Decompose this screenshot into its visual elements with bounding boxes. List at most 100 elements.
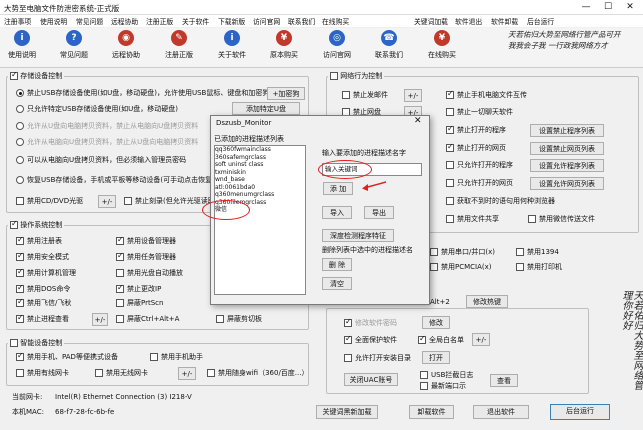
menu-item[interactable]: 注册正版	[146, 16, 173, 26]
storage-option[interactable]: 恢复USB存储设备，手机或平板等移动设备(可手动点击恢复按钮)	[16, 175, 229, 185]
dialog-close-button[interactable]: ✕	[414, 116, 422, 126]
checkbox[interactable]	[446, 89, 454, 99]
os-option[interactable]: 屏蔽Ctrl+Alt+A	[116, 314, 179, 324]
os-option[interactable]: 禁止更改IP	[116, 283, 161, 294]
menu-item[interactable]: 访问官网	[253, 16, 280, 26]
close-uac-button[interactable]: 关闭UAC账号	[344, 373, 398, 386]
delete-button[interactable]: 删 除	[322, 258, 352, 271]
network-list-button[interactable]: 设置禁止程序列表	[530, 124, 604, 137]
network-option[interactable]: 禁用文件共享	[446, 214, 499, 224]
modify-hotkey-button[interactable]: 修改热键	[466, 295, 508, 308]
allow-open-dir-option[interactable]: 允许打开安装目录	[344, 353, 411, 363]
radio[interactable]	[16, 138, 24, 146]
cdrom-option[interactable]: 禁用CD/DVD光驱	[16, 196, 83, 206]
os-option[interactable]: 禁用光盘自动播放	[116, 268, 183, 278]
whitelist-option[interactable]: 全局白名单	[418, 334, 464, 345]
checkbox[interactable]	[16, 313, 24, 323]
os-option[interactable]: 禁用DOS命令	[16, 283, 70, 294]
network-option[interactable]: 禁止打开的程序	[446, 124, 506, 135]
network-option[interactable]: 只允许打开的程序	[446, 160, 513, 170]
checkbox[interactable]	[16, 235, 24, 245]
process-list-item[interactable]: wnd_base	[215, 176, 305, 184]
radio[interactable]	[16, 89, 24, 97]
whitelist-plus-button[interactable]: +/-	[472, 333, 490, 346]
process-list-item[interactable]: qq360fwmainclass	[215, 146, 305, 154]
checkbox[interactable]	[116, 283, 124, 293]
smart-plus-button[interactable]: +/-	[178, 367, 196, 380]
network-plus-button[interactable]: +/-	[404, 89, 422, 102]
checkbox[interactable]	[116, 251, 124, 261]
network-option[interactable]: 只允许打开的网页	[446, 178, 513, 188]
network-list-button[interactable]: 设置禁止网页列表	[530, 142, 604, 155]
full-protect-option[interactable]: 全面保护软件	[344, 334, 397, 345]
os-option[interactable]: 屏蔽剪切板	[216, 314, 262, 324]
network-option[interactable]: 禁止发邮件	[342, 90, 388, 100]
network-option[interactable]: 获取不到时的语句用何种浏览器	[446, 196, 555, 206]
clear-button[interactable]: 清空	[322, 277, 352, 290]
network-option[interactable]: 禁止手机电脑文件互传	[446, 89, 527, 100]
storage-option[interactable]: 禁止USB存储设备使用(如U盘，移动硬盘)，允许使用USB鼠标、键盘和加密狗	[16, 88, 269, 98]
modify-password-button[interactable]: 修改	[422, 316, 450, 329]
menu-item[interactable]: 下载新版	[218, 16, 245, 26]
toolbar-button[interactable]: ¥ 在线购买	[410, 30, 474, 60]
checkbox[interactable]	[446, 197, 454, 205]
encrypt-dongle-button[interactable]: +加密狗	[267, 87, 305, 100]
checkbox[interactable]	[446, 215, 454, 223]
process-list-item[interactable]: q360menumgrclass	[215, 191, 305, 199]
checkbox[interactable]	[16, 297, 24, 307]
checkbox[interactable]	[16, 251, 24, 261]
uninstall-button[interactable]: 卸载软件	[409, 405, 454, 419]
checkbox[interactable]	[446, 142, 454, 152]
checkbox[interactable]	[446, 179, 454, 187]
checkbox[interactable]	[16, 283, 24, 293]
reload-keywords-button[interactable]: 关键词黑新加载	[316, 405, 378, 419]
checkbox[interactable]	[446, 108, 454, 116]
checkbox[interactable]	[528, 215, 536, 223]
port-option[interactable]: 禁用打印机	[516, 262, 562, 272]
smart-option[interactable]: 禁用手机、PAD等便携式设备	[16, 351, 118, 362]
smart-option[interactable]: 禁用手机助手	[150, 352, 203, 362]
port-option[interactable]: 禁用串口/并口(x)	[430, 247, 495, 257]
process-list[interactable]: qq360fwmainclass 360safemgrclass soft unin…	[214, 145, 306, 295]
menu-item[interactable]: 关于软件	[182, 16, 209, 26]
export-button[interactable]: 导出	[364, 206, 394, 219]
checkbox[interactable]	[16, 267, 24, 277]
os-option[interactable]: 屏蔽PrtScn	[116, 298, 163, 308]
usb-log-option[interactable]: USB拦截日志	[420, 370, 473, 380]
checkbox[interactable]	[116, 235, 124, 245]
import-button[interactable]: 导入	[322, 206, 352, 219]
radio[interactable]	[16, 156, 24, 164]
process-list-item[interactable]: soft uninst class	[215, 161, 305, 169]
writeable-option[interactable]: 禁止刻录(但允许光驱读取)	[124, 196, 217, 206]
menu-item[interactable]: 注册事项	[4, 16, 31, 26]
checkbox[interactable]	[446, 161, 454, 169]
cdrom-plus-button[interactable]: +/-	[98, 195, 116, 208]
radio[interactable]	[16, 122, 24, 130]
menu-item[interactable]: 联系我们	[288, 16, 315, 26]
os-option[interactable]: 禁用飞信/飞秋	[16, 297, 71, 308]
process-plus-button[interactable]: +/-	[92, 313, 108, 326]
minimize-button[interactable]: —	[575, 0, 597, 14]
menu-item[interactable]: 使用说明	[40, 16, 67, 26]
process-list-item[interactable]: 360safemgrclass	[215, 154, 305, 162]
port-option[interactable]: 禁用1394	[516, 247, 559, 257]
checkbox[interactable]	[116, 269, 124, 277]
process-list-item[interactable]: atl:0061bda0	[215, 184, 305, 192]
add-button[interactable]: 添 加	[323, 182, 353, 195]
menu-item[interactable]: 软件卸载	[491, 16, 518, 26]
smart-option[interactable]: 禁用无线网卡	[95, 368, 148, 378]
smart-option[interactable]: 禁用随身wifi（360/百度...）	[207, 368, 308, 378]
maximize-button[interactable]: ☐	[597, 0, 619, 14]
recent-port-option[interactable]: 最新端口示	[420, 381, 466, 391]
menu-item[interactable]: 常见问题	[76, 16, 103, 26]
network-option[interactable]: 禁用微信传送文件	[528, 214, 595, 224]
checkbox[interactable]	[216, 315, 224, 323]
network-option[interactable]: 禁止打开的网页	[446, 142, 506, 153]
network-list-button[interactable]: 设置允许程序列表	[530, 159, 604, 172]
network-list-button[interactable]: 设置允许网页列表	[530, 177, 604, 190]
menu-item[interactable]: 软件退出	[455, 16, 482, 26]
port-option[interactable]: 禁用PCMCIA(x)	[430, 262, 492, 272]
close-button[interactable]: ✕	[619, 0, 641, 14]
deep-detect-button[interactable]: 深度检测程序特征	[322, 229, 394, 242]
storage-option[interactable]: 只允许特定USB存储设备使用(如U盘，移动硬盘)	[16, 104, 178, 114]
